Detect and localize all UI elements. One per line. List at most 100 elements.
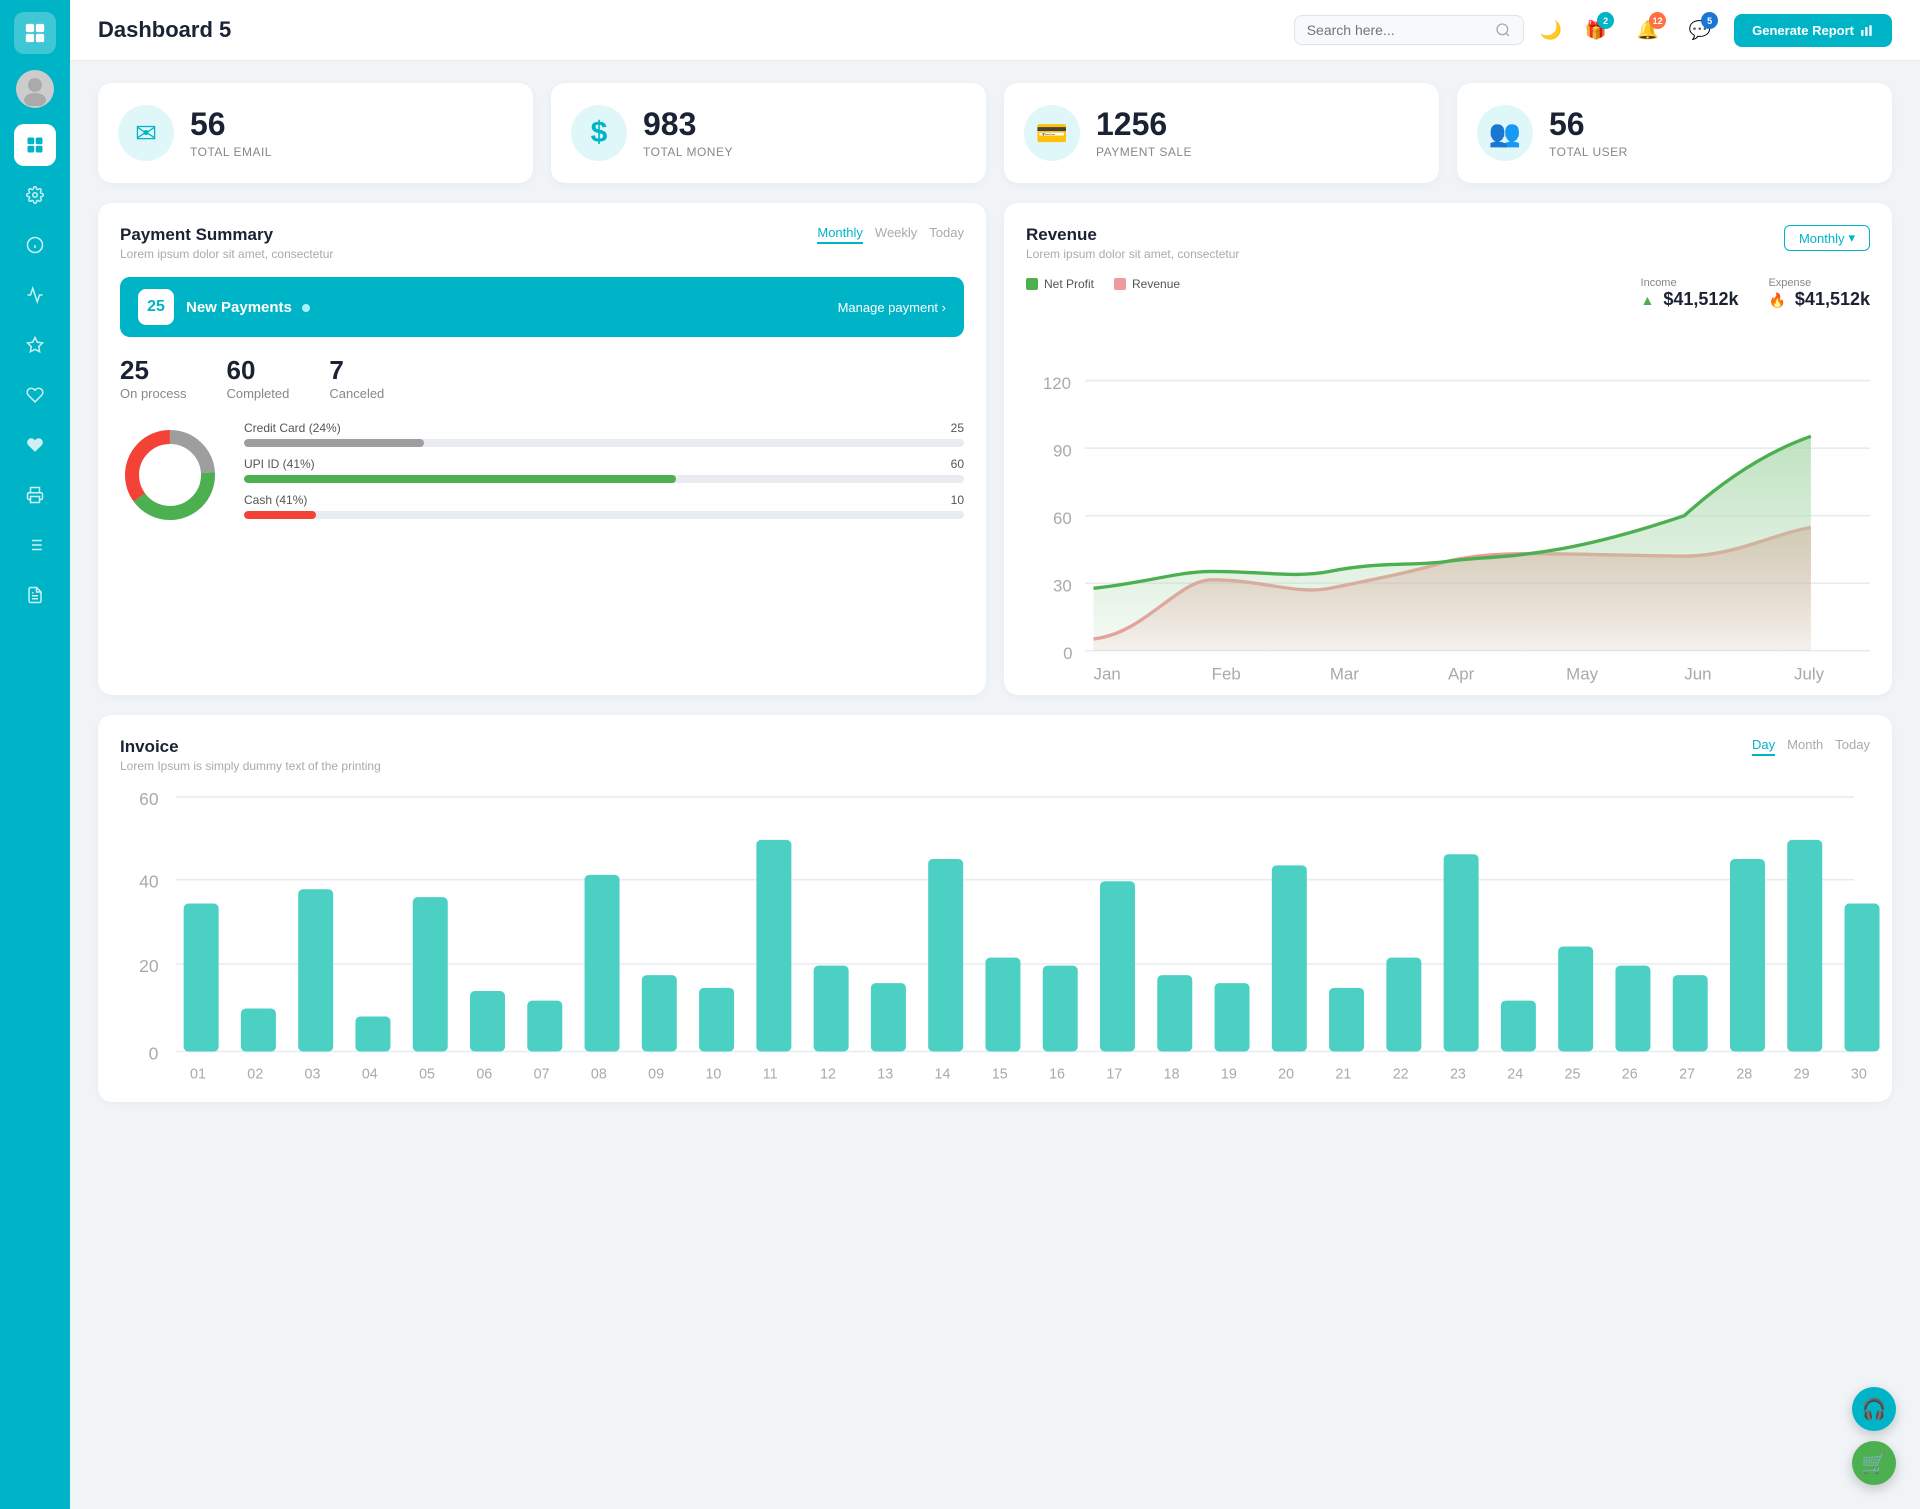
svg-text:25: 25 [1565, 1066, 1581, 1082]
tab-today-invoice[interactable]: Today [1835, 737, 1870, 756]
page-title: Dashboard 5 [98, 17, 1278, 43]
sidebar-item-dashboard[interactable] [14, 124, 56, 166]
bar-04 [355, 1016, 390, 1051]
sidebar-item-heart2[interactable] [14, 424, 56, 466]
svg-text:22: 22 [1393, 1066, 1409, 1082]
gift-badge: 2 [1597, 12, 1614, 29]
svg-text:27: 27 [1679, 1066, 1695, 1082]
sidebar-item-settings[interactable] [14, 174, 56, 216]
bar-20 [1272, 865, 1307, 1051]
svg-text:14: 14 [935, 1066, 951, 1082]
panels-row: Payment Summary Lorem ipsum dolor sit am… [98, 203, 1892, 695]
svg-text:23: 23 [1450, 1066, 1466, 1082]
invoice-tabs: Day Month Today [1752, 737, 1870, 756]
tab-month[interactable]: Month [1787, 737, 1823, 756]
svg-text:08: 08 [591, 1066, 607, 1082]
avatar[interactable] [16, 70, 54, 108]
legend-net-profit: Net Profit [1026, 277, 1094, 291]
income-expense: Income ▲ $41,512k Expense 🔥 $41,512k [1641, 277, 1870, 310]
bell-icon-btn[interactable]: 🔔 12 [1630, 12, 1666, 48]
sidebar-item-document[interactable] [14, 574, 56, 616]
svg-text:May: May [1566, 664, 1598, 683]
sidebar [0, 0, 70, 1509]
bar-19 [1215, 983, 1250, 1051]
bar-15 [985, 957, 1020, 1051]
svg-text:19: 19 [1221, 1066, 1237, 1082]
sidebar-item-heart[interactable] [14, 374, 56, 416]
tab-day[interactable]: Day [1752, 737, 1775, 756]
revenue-chart: 0 30 60 90 120 Jan Feb Mar Apr [1026, 330, 1870, 668]
svg-text:11: 11 [763, 1066, 778, 1082]
bar-05 [413, 897, 448, 1051]
svg-text:28: 28 [1736, 1066, 1752, 1082]
svg-text:90: 90 [1053, 442, 1072, 461]
stat-card-email: ✉ 56 TOTAL EMAIL [98, 83, 533, 183]
svg-text:09: 09 [648, 1066, 664, 1082]
svg-text:05: 05 [419, 1066, 435, 1082]
stat-card-money: $ 983 TOTAL MONEY [551, 83, 986, 183]
bar-28 [1730, 859, 1765, 1051]
bar-23 [1444, 854, 1479, 1051]
fab-support[interactable]: 🎧 [1852, 1387, 1896, 1431]
sidebar-item-info[interactable] [14, 224, 56, 266]
new-payment-banner: 25 New Payments Manage payment › [120, 277, 964, 337]
progress-list: Credit Card (24%) 25 UPI ID (41%) 60 [244, 421, 964, 529]
payment-summary-title: Payment Summary [120, 225, 333, 245]
money-label: TOTAL MONEY [643, 145, 733, 159]
gift-icon-btn[interactable]: 🎁 2 [1578, 12, 1614, 48]
svg-text:60: 60 [139, 789, 159, 809]
progress-fill-credit [244, 439, 424, 447]
progress-cash: Cash (41%) 10 [244, 493, 964, 519]
svg-text:07: 07 [534, 1066, 550, 1082]
bar-24 [1501, 1000, 1536, 1051]
bar-13 [871, 983, 906, 1051]
sidebar-logo[interactable] [14, 12, 56, 54]
tab-monthly[interactable]: Monthly [817, 225, 863, 244]
svg-text:60: 60 [1053, 509, 1072, 528]
svg-text:20: 20 [139, 956, 159, 976]
svg-text:Jan: Jan [1094, 664, 1121, 683]
bar-26 [1615, 965, 1650, 1051]
svg-text:Jun: Jun [1684, 664, 1711, 683]
stats-canceled: 7 Canceled [329, 355, 384, 401]
sidebar-item-list[interactable] [14, 524, 56, 566]
bar-03 [298, 889, 333, 1051]
bar-01 [184, 903, 219, 1051]
generate-report-button[interactable]: Generate Report [1734, 14, 1892, 47]
svg-text:18: 18 [1164, 1066, 1180, 1082]
fab-cart[interactable]: 🛒 [1852, 1441, 1896, 1485]
search-input[interactable] [1307, 22, 1487, 38]
dark-mode-icon[interactable]: 🌙 [1540, 20, 1562, 41]
bar-11 [756, 840, 791, 1052]
svg-text:Apr: Apr [1448, 664, 1475, 683]
svg-text:Feb: Feb [1212, 664, 1241, 683]
search-box[interactable] [1294, 15, 1524, 45]
svg-text:13: 13 [877, 1066, 893, 1082]
svg-text:30: 30 [1851, 1066, 1867, 1082]
revenue-subtitle: Lorem ipsum dolor sit amet, consectetur [1026, 247, 1239, 261]
bar-17 [1100, 881, 1135, 1051]
search-icon [1495, 22, 1511, 38]
stat-cards: ✉ 56 TOTAL EMAIL $ 983 TOTAL MONEY 💳 125… [98, 83, 1892, 183]
bar-22 [1386, 957, 1421, 1051]
sidebar-item-star[interactable] [14, 324, 56, 366]
payment-stats-row: 25 On process 60 Completed 7 Canceled [120, 355, 964, 401]
tab-today[interactable]: Today [929, 225, 964, 244]
payment-summary-subtitle: Lorem ipsum dolor sit amet, consectetur [120, 247, 333, 261]
sidebar-item-print[interactable] [14, 474, 56, 516]
svg-text:02: 02 [247, 1066, 263, 1082]
chat-icon-btn[interactable]: 💬 5 [1682, 12, 1718, 48]
svg-text:0: 0 [149, 1043, 159, 1063]
svg-text:10: 10 [705, 1066, 721, 1082]
manage-payment-link[interactable]: Manage payment › [838, 300, 946, 315]
bar-16 [1043, 965, 1078, 1051]
money-count: 983 [643, 107, 733, 142]
bar-27 [1673, 975, 1708, 1051]
svg-text:03: 03 [305, 1066, 321, 1082]
legend-revenue: Revenue [1114, 277, 1180, 291]
tab-weekly[interactable]: Weekly [875, 225, 917, 244]
progress-upi: UPI ID (41%) 60 [244, 457, 964, 483]
revenue-monthly-dropdown[interactable]: Monthly ▾ [1784, 225, 1870, 251]
bar-02 [241, 1008, 276, 1051]
sidebar-item-analytics[interactable] [14, 274, 56, 316]
